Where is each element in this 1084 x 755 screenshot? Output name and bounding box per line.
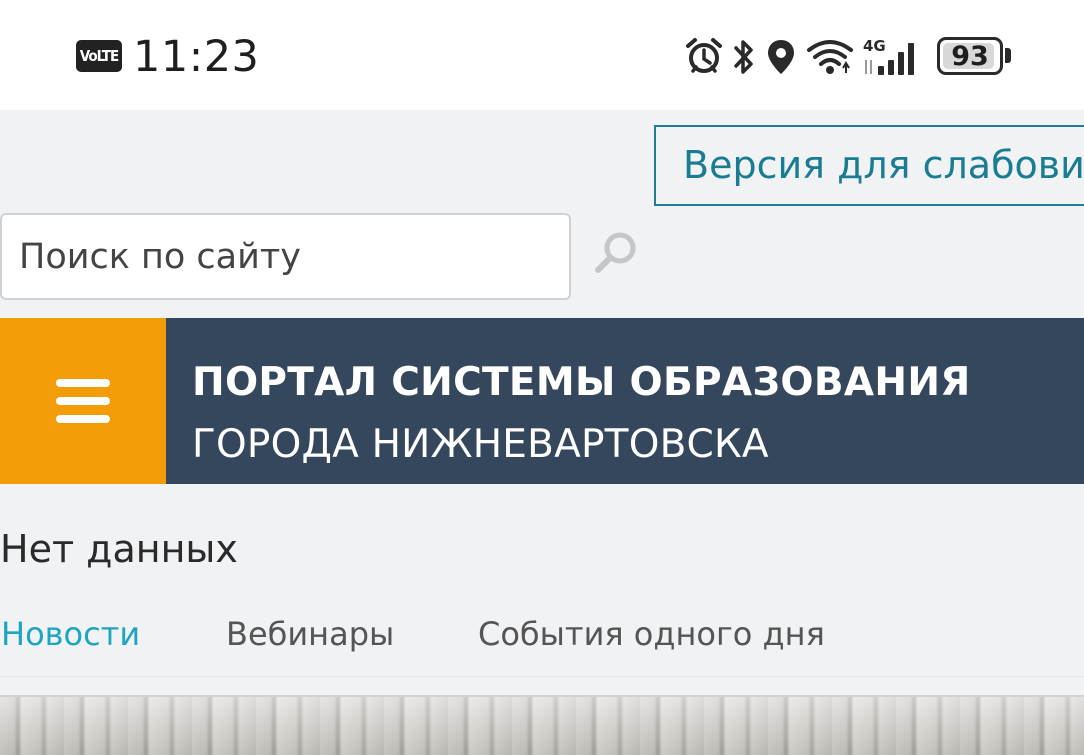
portal-subtitle: ГОРОДА НИЖНЕВАРТОВСКА (192, 422, 769, 467)
hamburger-menu-button[interactable] (0, 318, 166, 484)
volte-icon: VoLTE (76, 40, 122, 72)
tab-webinars[interactable]: Вебинары (226, 615, 394, 653)
battery-tip (1005, 48, 1011, 63)
location-icon (768, 40, 794, 74)
hamburger-icon (56, 379, 110, 387)
news-image[interactable] (0, 695, 1084, 755)
battery-level: 93 (951, 40, 989, 72)
status-time: 11:23 (133, 32, 260, 82)
alarm-icon (686, 38, 722, 73)
bluetooth-icon (734, 40, 753, 74)
status-bar: VoLTE 11:23 4G 93 (0, 0, 1084, 110)
tab-one-day-events[interactable]: События одного дня (478, 615, 825, 653)
tab-news[interactable]: Новости (1, 615, 140, 653)
accessibility-version-button[interactable]: Версия для слабовидящих (654, 125, 1084, 206)
no-data-message: Нет данных (0, 527, 238, 571)
signal-icon: 4G (863, 37, 914, 75)
network-type: 4G (863, 37, 886, 55)
news-tabs: Новости Вебинары События одного дня (0, 615, 1084, 677)
search-input[interactable] (0, 213, 571, 300)
search-icon[interactable] (592, 228, 644, 276)
portal-title: ПОРТАЛ СИСТЕМЫ ОБРАЗОВАНИЯ (192, 360, 971, 405)
portal-banner: ПОРТАЛ СИСТЕМЫ ОБРАЗОВАНИЯ ГОРОДА НИЖНЕВ… (166, 318, 1084, 484)
wifi-icon (807, 40, 853, 74)
battery-icon: 93 (937, 37, 1003, 75)
